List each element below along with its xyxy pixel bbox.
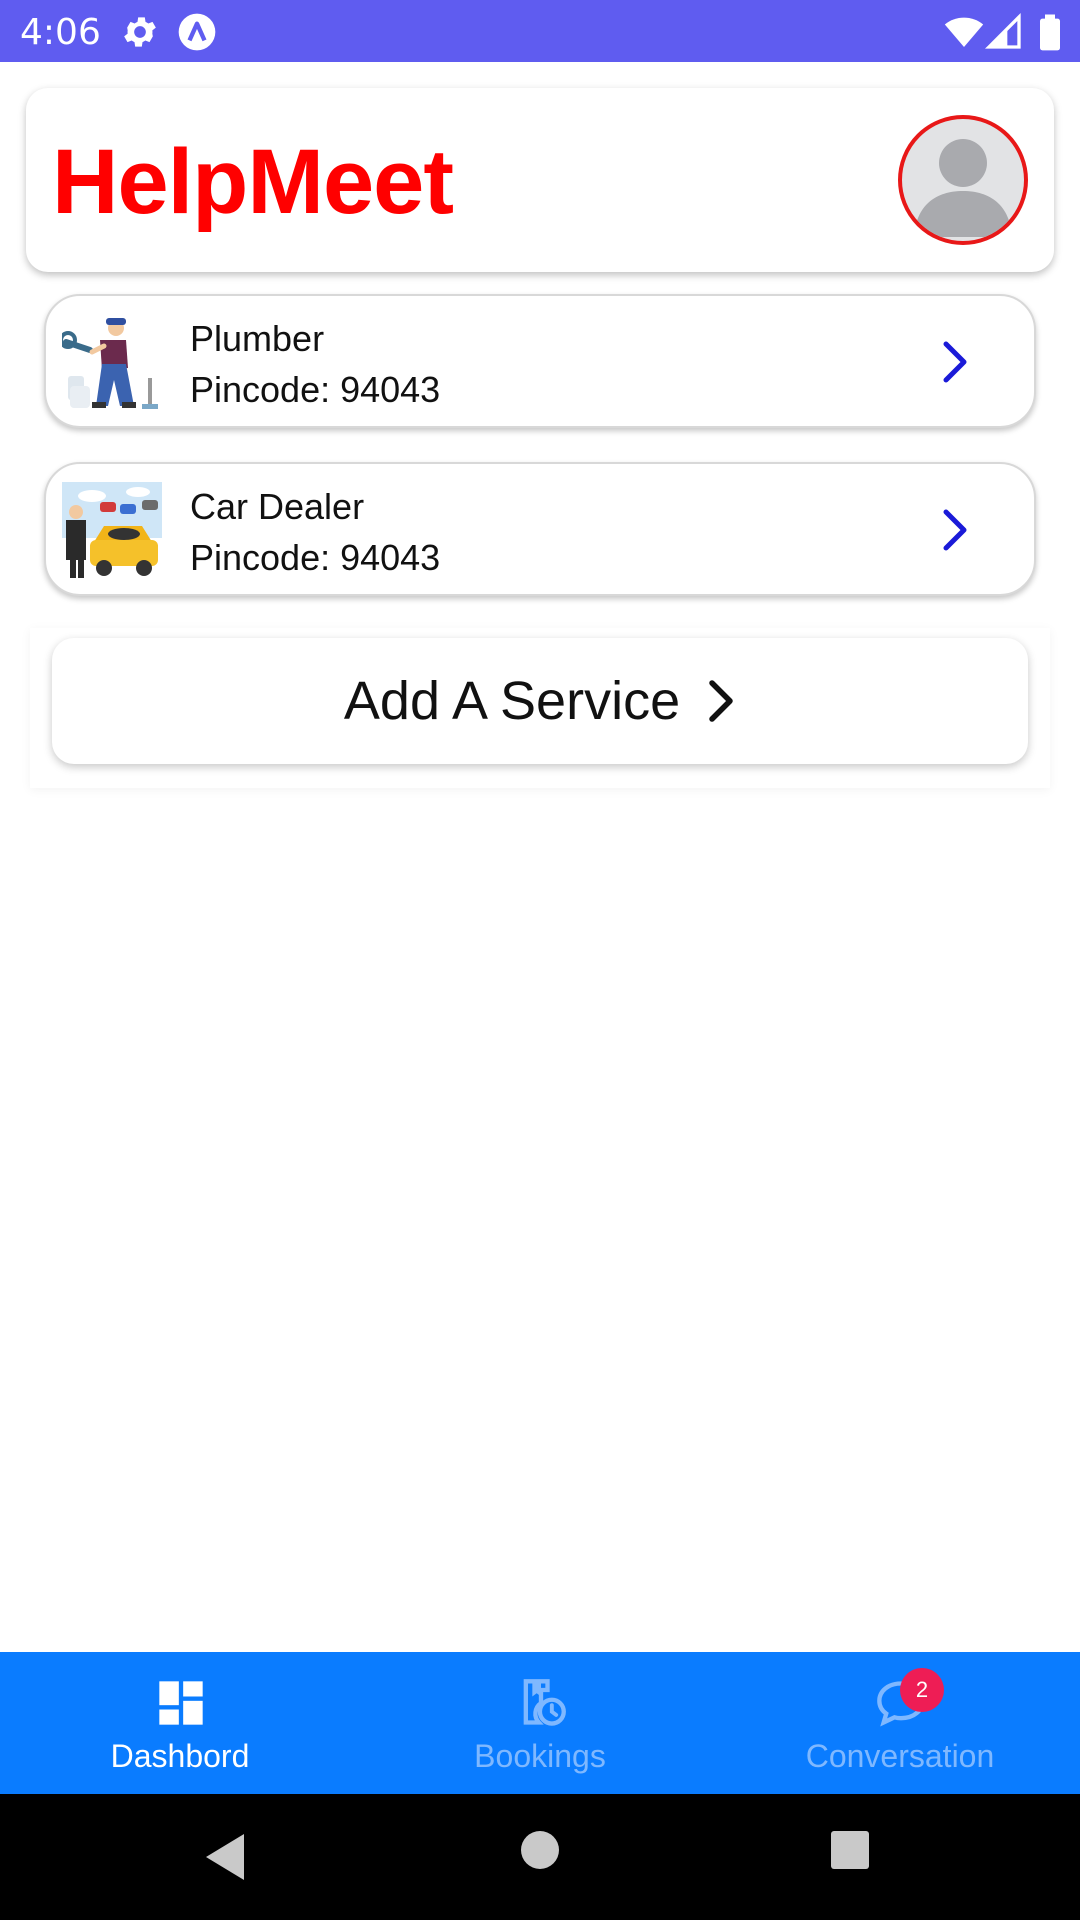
- service-card-car-dealer[interactable]: Car Dealer Pincode: 94043: [44, 462, 1036, 596]
- wifi-icon: [944, 17, 984, 47]
- home-icon[interactable]: [520, 1830, 560, 1870]
- recents-icon[interactable]: [830, 1830, 870, 1870]
- nav-label: Conversation: [805, 1738, 995, 1774]
- service-pincode: Pincode: 94043: [190, 369, 441, 410]
- header-card: HelpMeet: [26, 88, 1054, 272]
- nav-label: Dashbord: [110, 1738, 250, 1774]
- chevron-right-icon[interactable]: [940, 338, 970, 386]
- dashboard-icon: [159, 1681, 203, 1725]
- app-logo-icon: [178, 13, 216, 51]
- back-icon[interactable]: [200, 1830, 248, 1884]
- chevron-right-icon: [709, 680, 733, 722]
- add-service-button[interactable]: Add A Service: [52, 638, 1028, 764]
- service-name: Car Dealer: [190, 486, 365, 527]
- system-navigation-bar: [0, 1794, 1080, 1920]
- car-dealer-thumbnail: [62, 482, 162, 578]
- nav-tab-dashboard[interactable]: Dashbord: [0, 1652, 360, 1794]
- service-card-plumber[interactable]: Plumber Pincode: 94043: [44, 294, 1036, 428]
- app-title: HelpMeet: [52, 131, 454, 233]
- user-avatar-icon[interactable]: [898, 115, 1028, 245]
- service-name: Plumber: [190, 318, 325, 359]
- nav-tab-bookings[interactable]: Bookings: [360, 1652, 720, 1794]
- person-silhouette-icon: [914, 139, 1012, 237]
- notification-badge: 2: [900, 1668, 944, 1712]
- plumber-thumbnail: [62, 318, 158, 409]
- service-pincode: Pincode: 94043: [190, 537, 441, 578]
- add-service-label: Add A Service: [343, 671, 681, 731]
- nav-tab-conversation[interactable]: Conversation: [720, 1652, 1080, 1794]
- status-bar: 4:06: [0, 0, 1080, 62]
- status-time: 4:06: [20, 12, 101, 53]
- chevron-right-icon[interactable]: [940, 506, 970, 554]
- bookings-icon: [523, 1679, 566, 1726]
- add-service-container: Add A Service: [30, 628, 1050, 788]
- signal-icon: [984, 12, 1021, 49]
- gear-icon: [124, 17, 156, 47]
- nav-label: Bookings: [474, 1738, 606, 1774]
- battery-icon: [1040, 14, 1060, 51]
